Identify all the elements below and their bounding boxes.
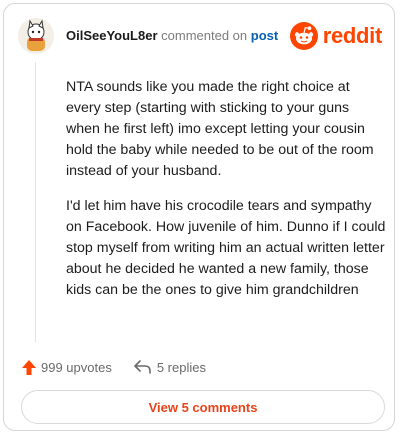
reddit-logo[interactable]: reddit — [289, 21, 383, 51]
comment-paragraph: NTA sounds like you made the right choic… — [66, 79, 374, 179]
post-link[interactable]: post — [251, 28, 278, 43]
view-comments-button[interactable]: View 5 comments — [21, 390, 385, 424]
action-text: commented on — [161, 28, 248, 43]
reddit-wordmark: reddit — [322, 23, 383, 48]
comment-paragraph: I'd let him have his crocodile tears and… — [66, 198, 386, 298]
reddit-icon — [289, 22, 318, 50]
comment-actions: 999 upvotes 5 replies — [21, 356, 206, 378]
username[interactable]: OilSeeYouL8er — [66, 28, 158, 43]
reply-count: 5 replies — [156, 359, 206, 375]
user-avatar[interactable] — [18, 18, 54, 54]
thread-line — [35, 62, 36, 342]
upvote-button[interactable]: 999 upvotes — [21, 359, 112, 376]
comment-card: OilSeeYouL8er commented on post reddit N… — [3, 3, 395, 431]
upvote-count: 999 upvotes — [41, 359, 112, 375]
comment-header: OilSeeYouL8er commented on post reddit — [18, 18, 388, 54]
comment-meta: OilSeeYouL8er commented on post — [66, 28, 278, 43]
reply-arrow-icon — [134, 360, 151, 374]
replies-button[interactable]: 5 replies — [134, 360, 206, 375]
comment-body: NTA sounds like you made the right choic… — [66, 77, 386, 315]
upvote-arrow-icon — [22, 359, 36, 375]
